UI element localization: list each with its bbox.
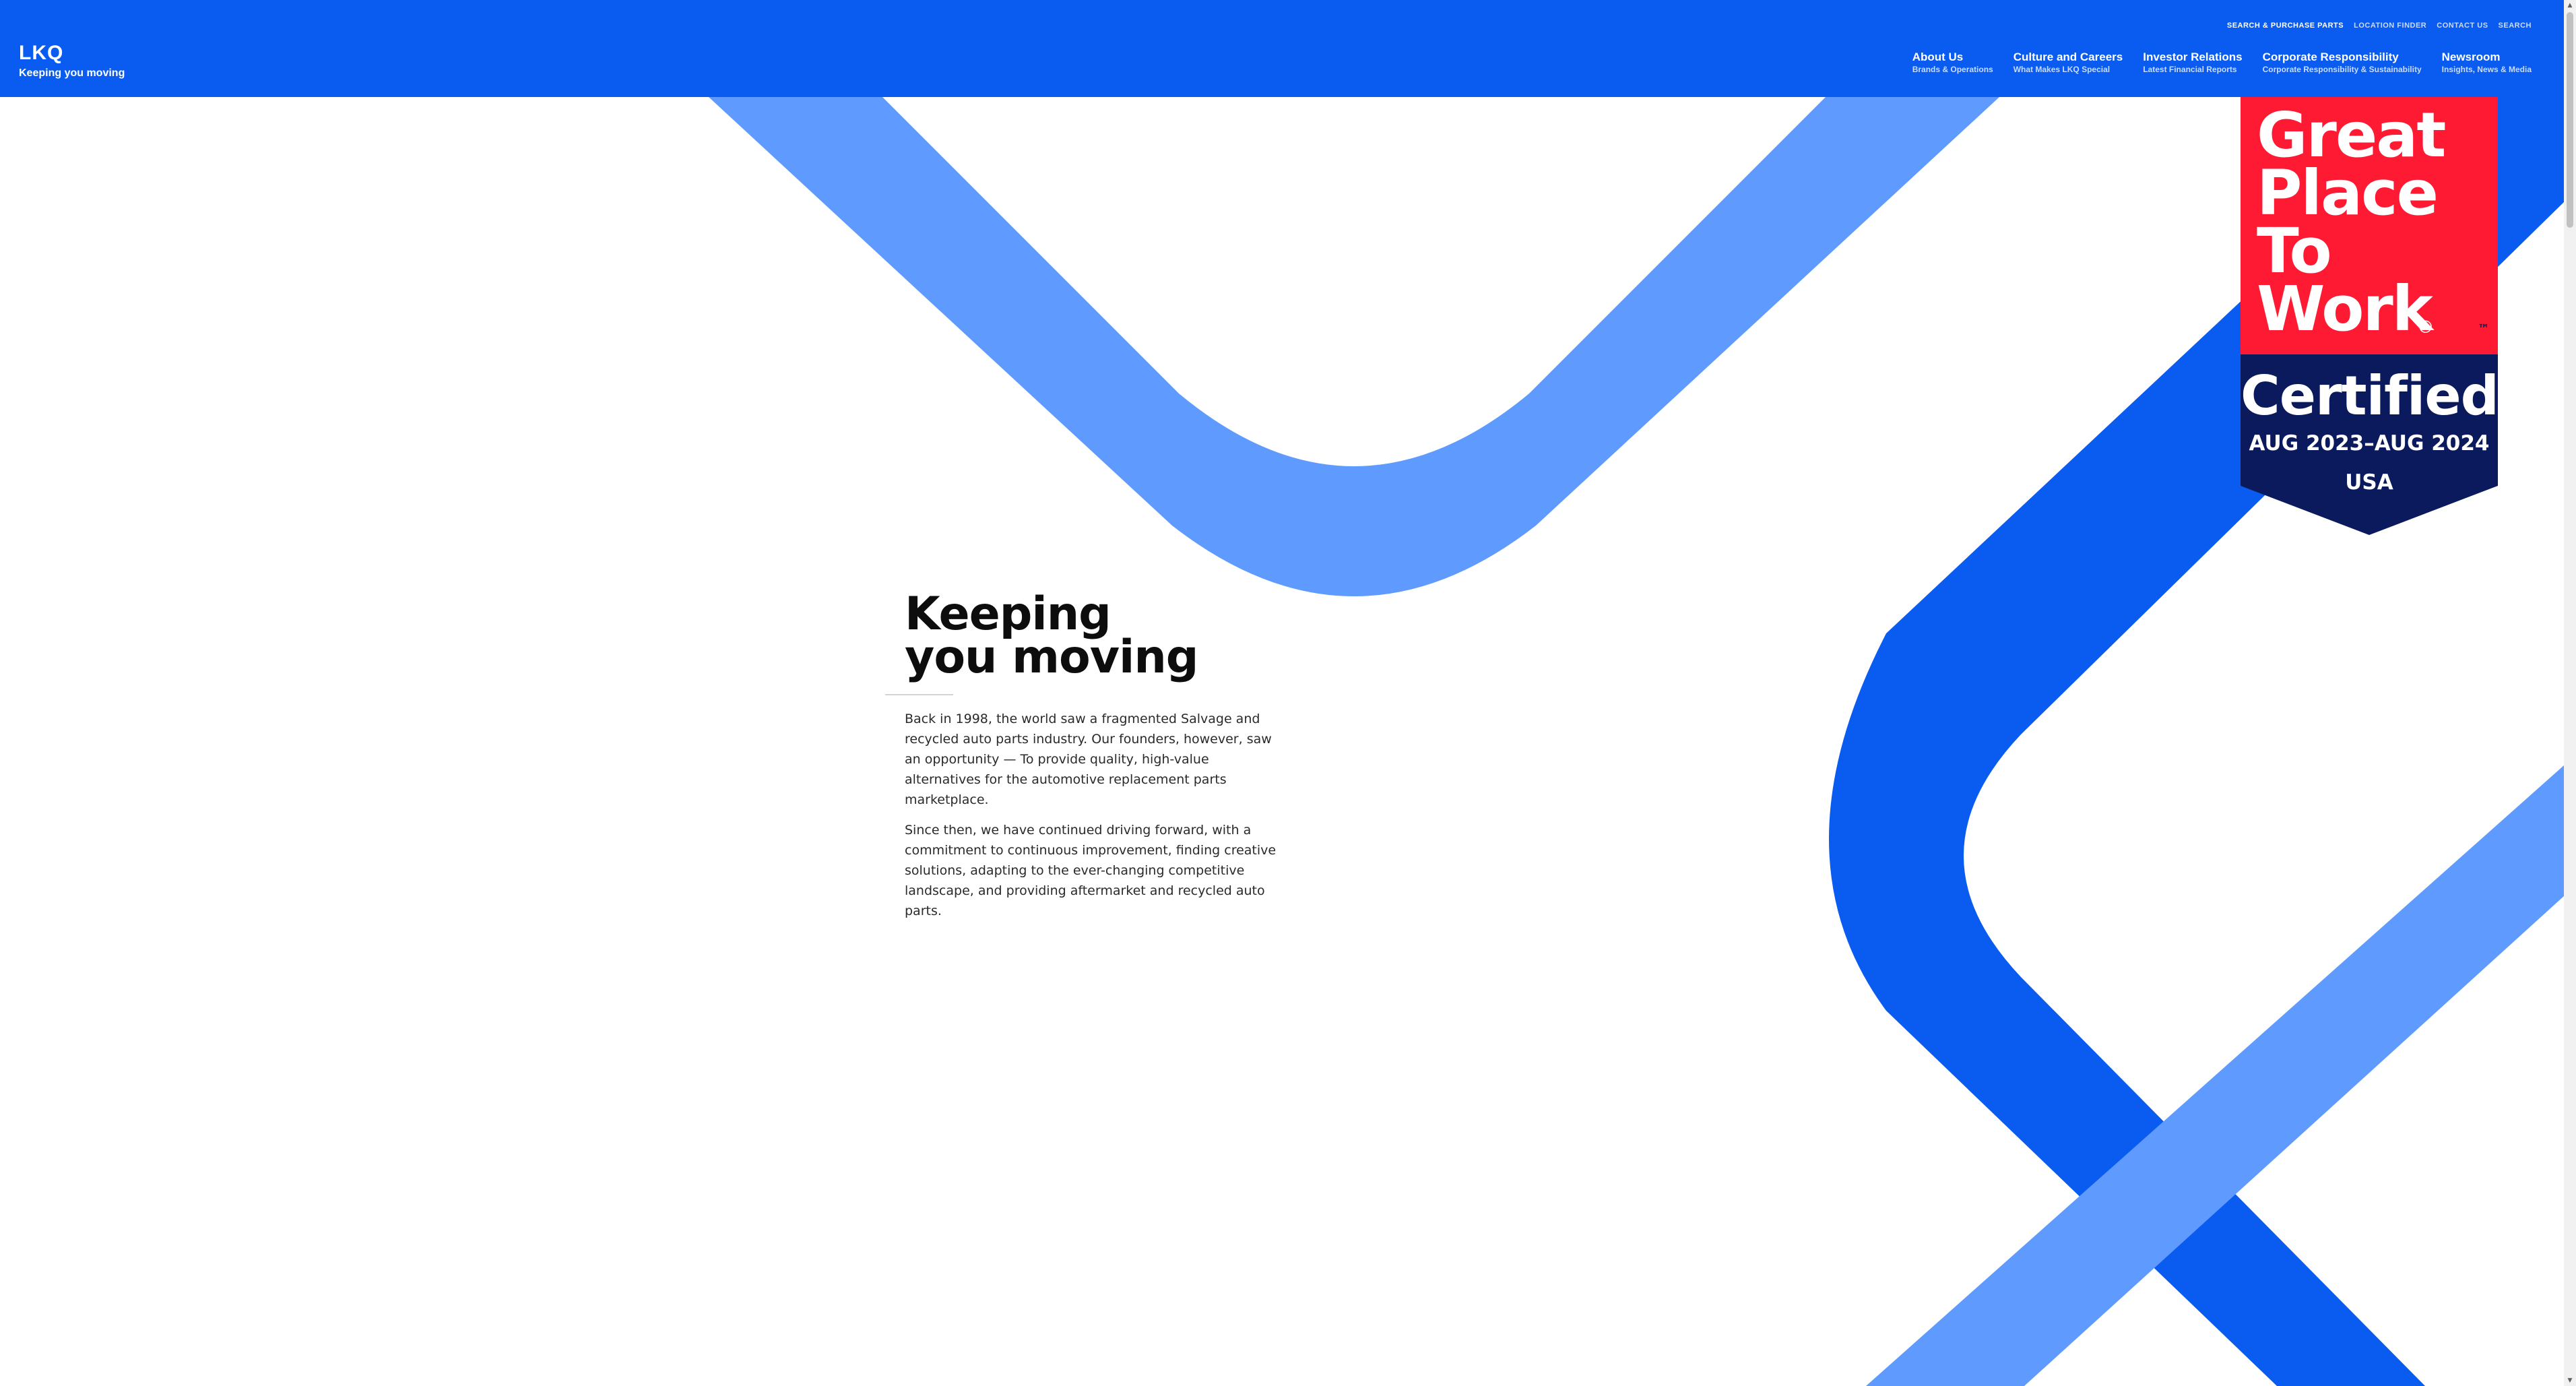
scrollbar-thumb[interactable] bbox=[2567, 12, 2573, 228]
brand-home-link[interactable]: LKQ Keeping you moving bbox=[19, 43, 125, 80]
header-background bbox=[0, 0, 2564, 97]
nav-label: Culture and Careers bbox=[2013, 51, 2123, 63]
nav-label: Investor Relations bbox=[2143, 51, 2243, 63]
vertical-scrollbar[interactable]: ▲ ▼ bbox=[2564, 0, 2576, 1386]
hero-divider bbox=[885, 694, 953, 695]
hero-section: Keeping you moving Back in 1998, the wor… bbox=[885, 588, 1282, 931]
background-ribbons bbox=[709, 97, 2564, 1386]
lkq-logo: LKQ bbox=[19, 42, 64, 64]
page: LKQ Keeping you moving SEARCH & PURCHASE… bbox=[0, 0, 2576, 1386]
badge-line-to: To bbox=[2257, 215, 2332, 287]
utility-link-location-finder[interactable]: LOCATION FINDER bbox=[2354, 22, 2426, 30]
badge-country: USA bbox=[2345, 470, 2393, 495]
site-header: LKQ Keeping you moving SEARCH & PURCHASE… bbox=[0, 0, 2564, 97]
nav-sublabel: Insights, News & Media bbox=[2441, 65, 2532, 74]
nav-sublabel: Brands & Operations bbox=[1912, 65, 1993, 74]
nav-label: Newsroom bbox=[2441, 51, 2501, 63]
hero-body: Back in 1998, the world saw a fragmented… bbox=[905, 709, 1282, 921]
brand-tagline: Keeping you moving bbox=[19, 67, 125, 79]
utility-link-search[interactable]: SEARCH bbox=[2499, 22, 2532, 30]
nav-label: About Us bbox=[1912, 51, 1964, 63]
utility-link-contact-us[interactable]: CONTACT US bbox=[2437, 22, 2488, 30]
nav-label: Corporate Responsibility bbox=[2262, 51, 2399, 63]
badge-red-panel: Great Place To Work ® bbox=[2241, 97, 2498, 354]
badge-trademark: ™ bbox=[2478, 322, 2490, 336]
ribbon-upper-light bbox=[709, 97, 1999, 596]
great-place-to-work-badge: Great Place To Work ® Certified AUG 2023… bbox=[2241, 97, 2499, 535]
badge-line-place: Place bbox=[2257, 157, 2439, 229]
badge-certified: Certified bbox=[2241, 365, 2499, 427]
nav-sublabel: Latest Financial Reports bbox=[2143, 65, 2237, 74]
scroll-up-arrow-icon[interactable]: ▲ bbox=[2566, 1, 2574, 9]
badge-navy-panel: Certified AUG 2023–AUG 2024 USA bbox=[2241, 354, 2499, 535]
nav-item-corporate-responsibility[interactable]: Corporate Responsibility Corporate Respo… bbox=[2263, 51, 2422, 75]
nav-item-about-us[interactable]: About Us Brands & Operations bbox=[1912, 51, 1993, 75]
badge-line-great: Great bbox=[2257, 99, 2446, 171]
nav-item-newsroom[interactable]: Newsroom Insights, News & Media bbox=[2442, 51, 2532, 75]
hero-paragraph-2: Since then, we have continued driving fo… bbox=[905, 823, 1277, 918]
hero-paragraph-1: Back in 1998, the world saw a fragmented… bbox=[905, 712, 1272, 807]
badge-title: Great Place To Work bbox=[2257, 99, 2446, 345]
main-nav: About Us Brands & Operations Culture and… bbox=[1912, 51, 2532, 75]
utility-link-search-purchase-parts[interactable]: SEARCH & PURCHASE PARTS bbox=[2227, 22, 2344, 30]
badge-dates: AUG 2023–AUG 2024 bbox=[2249, 431, 2490, 455]
nav-item-investor-relations[interactable]: Investor Relations Latest Financial Repo… bbox=[2143, 51, 2242, 75]
badge-registered-mark: ® bbox=[2419, 317, 2433, 337]
scroll-down-arrow-icon[interactable]: ▼ bbox=[2566, 1377, 2574, 1385]
utility-nav: SEARCH & PURCHASE PARTS LOCATION FINDER … bbox=[2227, 19, 2532, 31]
hero-title-line1: Keeping bbox=[905, 588, 1112, 641]
hero-title-line2: you moving bbox=[905, 631, 1198, 684]
nav-sublabel: What Makes LKQ Special bbox=[2013, 65, 2111, 74]
hero-title: Keeping you moving bbox=[905, 588, 1282, 684]
nav-item-culture-and-careers[interactable]: Culture and Careers What Makes LKQ Speci… bbox=[2014, 51, 2123, 75]
nav-sublabel: Corporate Responsibility & Sustainabilit… bbox=[2262, 65, 2422, 74]
badge-line-work: Work bbox=[2257, 273, 2433, 345]
